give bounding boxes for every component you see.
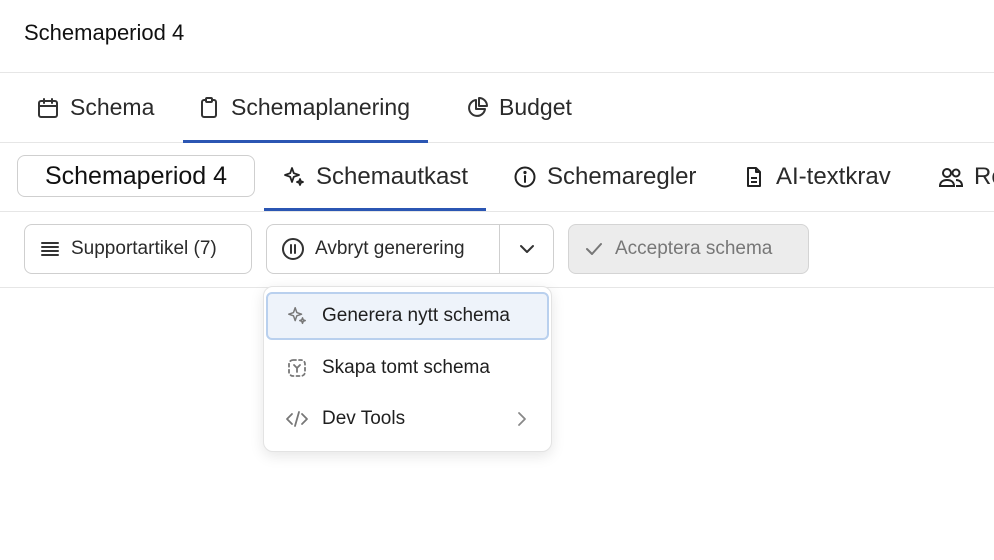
tab-schema-label: Schema bbox=[70, 94, 155, 120]
clipboard-icon bbox=[197, 96, 221, 120]
pause-icon bbox=[281, 237, 305, 261]
menu-item-dev-tools[interactable]: Dev Tools bbox=[266, 395, 549, 443]
code-icon bbox=[284, 409, 310, 429]
period-selector[interactable]: Schemaperiod 4 bbox=[17, 155, 255, 197]
toolbar: Supportartikel (7) Avbryt generering Acc… bbox=[0, 212, 994, 288]
abort-generation-split-button: Avbryt generering bbox=[266, 224, 554, 274]
pie-chart-icon bbox=[465, 96, 489, 120]
tab-re[interactable]: Re bbox=[938, 143, 994, 211]
tab-schema[interactable]: Schema bbox=[36, 73, 154, 142]
info-icon bbox=[513, 165, 537, 189]
calendar-icon bbox=[36, 96, 60, 120]
check-icon bbox=[583, 238, 605, 260]
tab-schemaregler[interactable]: Schemaregler bbox=[513, 143, 696, 211]
users-icon bbox=[938, 165, 964, 189]
main-tabs: Schema Schemaplanering Budget bbox=[0, 73, 994, 143]
tab-schemautkast[interactable]: Schemautkast bbox=[263, 143, 487, 211]
tab-budget-label: Budget bbox=[499, 94, 572, 120]
accept-schedule-label: Acceptera schema bbox=[615, 238, 773, 259]
menu-item-generate-new-schedule[interactable]: Generera nytt schema bbox=[266, 292, 549, 340]
abort-generation-button[interactable]: Avbryt generering bbox=[267, 225, 499, 273]
abort-generation-label: Avbryt generering bbox=[315, 238, 465, 259]
tab-re-label: Re bbox=[974, 163, 994, 190]
dropdown-toggle-button[interactable] bbox=[500, 225, 553, 273]
tab-schemaplanering[interactable]: Schemaplanering bbox=[182, 73, 429, 143]
sparkle-icon bbox=[284, 305, 310, 327]
tab-budget[interactable]: Budget bbox=[465, 73, 572, 142]
list-icon bbox=[39, 238, 61, 260]
dashed-box-icon bbox=[284, 357, 310, 379]
top-bar: Schemaperiod 4 bbox=[0, 0, 994, 73]
tab-schemaplanering-label: Schemaplanering bbox=[231, 94, 411, 120]
page-title: Schemaperiod 4 bbox=[24, 20, 185, 45]
document-icon bbox=[742, 165, 766, 189]
tab-schemaregler-label: Schemaregler bbox=[547, 163, 697, 190]
chevron-down-icon bbox=[517, 239, 537, 259]
menu-item-create-empty-schedule[interactable]: Skapa tomt schema bbox=[266, 344, 549, 392]
sub-tabs: Schemaperiod 4 Schemautkast Schemaregler… bbox=[0, 143, 994, 212]
support-article-label: Supportartikel (7) bbox=[71, 238, 217, 259]
sparkle-icon bbox=[282, 165, 306, 189]
menu-item-label: Dev Tools bbox=[322, 408, 406, 429]
generation-dropdown-menu: Generera nytt schema Skapa tomt schema D… bbox=[263, 286, 552, 452]
support-article-button[interactable]: Supportartikel (7) bbox=[24, 224, 252, 274]
accept-schedule-button[interactable]: Acceptera schema bbox=[568, 224, 809, 274]
chevron-right-icon bbox=[515, 411, 529, 427]
menu-item-label: Skapa tomt schema bbox=[322, 357, 490, 378]
tab-schemautkast-label: Schemautkast bbox=[316, 163, 469, 190]
tab-ai-textkrav[interactable]: AI-textkrav bbox=[742, 143, 891, 211]
menu-item-label: Generera nytt schema bbox=[322, 305, 510, 326]
tab-ai-textkrav-label: AI-textkrav bbox=[776, 163, 891, 190]
